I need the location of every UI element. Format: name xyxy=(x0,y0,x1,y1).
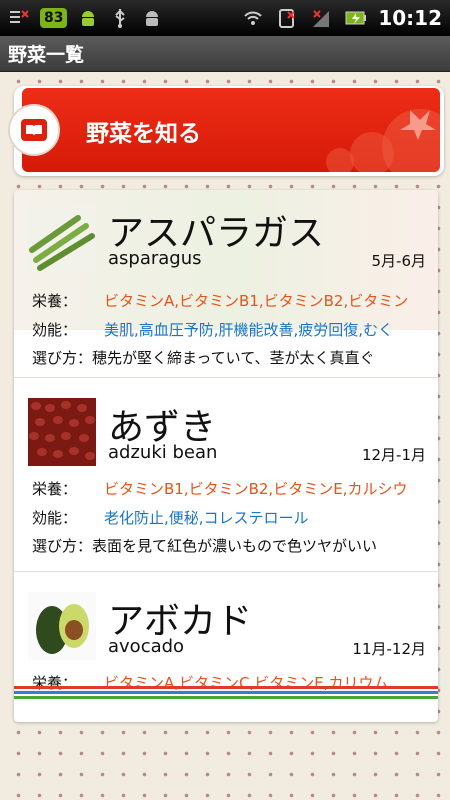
choose-value: 穂先が堅く締まっていて、茎が太く真直ぐ xyxy=(92,349,375,367)
clock-time: 10:12 xyxy=(378,6,442,30)
adzuki-bean-image xyxy=(28,398,96,466)
vegetable-list[interactable]: アスパラガス asparagus 5月-6月 栄養： ビタミンA,ビタミンB1,ビ… xyxy=(14,190,438,722)
page-title: 野菜一覧 xyxy=(8,44,85,66)
season-range: 12月-1月 xyxy=(361,446,426,464)
usb-icon xyxy=(109,7,131,29)
nutrition-label: 栄養： xyxy=(32,292,78,310)
effect-row: 効能： 美肌,高血圧予防,肝機能改善,疲労回復,むく xyxy=(32,319,434,340)
book-icon xyxy=(8,104,60,156)
asparagus-image xyxy=(28,204,96,272)
decorative-stripes xyxy=(14,686,438,712)
avocado-image xyxy=(28,592,96,660)
signal-off-icon xyxy=(310,7,332,29)
season-range: 11月-12月 xyxy=(352,640,426,658)
nutrition-row: 栄養： ビタミンA,ビタミンB1,ビタミンB2,ビタミン xyxy=(32,290,434,311)
effect-value: 老化防止,便秘,コレステロール xyxy=(104,509,309,527)
status-bar: 83 10:12 xyxy=(0,0,450,36)
notification-settings-icon xyxy=(8,7,30,29)
app-title-bar: 野菜一覧 xyxy=(0,36,450,72)
battery-percent-badge: 83 xyxy=(40,8,68,28)
tomato-icon xyxy=(326,109,440,172)
choose-row: 選び方：穂先が堅く締まっていて、茎が太く真直ぐ xyxy=(32,347,434,368)
nutrition-value: ビタミンA,ビタミンB1,ビタミンB2,ビタミン xyxy=(104,292,409,310)
choose-label: 選び方： xyxy=(32,537,93,555)
nutrition-label: 栄養： xyxy=(32,480,78,498)
effect-value: 美肌,高血圧予防,肝機能改善,疲労回復,むく xyxy=(104,321,394,339)
effect-label: 効能： xyxy=(32,509,78,527)
list-item-adzuki[interactable]: あずき adzuki bean 12月-1月 栄養： ビタミンB1,ビタミンB2,… xyxy=(14,384,438,572)
learn-vegetables-button[interactable]: 野菜を知る xyxy=(22,88,440,172)
android-debug-icon xyxy=(141,7,163,29)
choose-row: 選び方：表面を見て紅色が濃いもので色ツヤがいい xyxy=(32,535,434,556)
android-robot-icon xyxy=(77,7,99,29)
season-range: 5月-6月 xyxy=(371,252,427,270)
vegetable-name-en: asparagus xyxy=(108,248,202,269)
list-item-asparagus[interactable]: アスパラガス asparagus 5月-6月 栄養： ビタミンA,ビタミンB1,ビ… xyxy=(14,190,438,378)
effect-row: 効能： 老化防止,便秘,コレステロール xyxy=(32,507,434,528)
no-sim-icon xyxy=(276,7,298,29)
nutrition-value: ビタミンB1,ビタミンB2,ビタミンE,カルシウ xyxy=(104,480,408,498)
banner-label: 野菜を知る xyxy=(86,121,201,147)
learn-vegetables-banner-frame: 野菜を知る xyxy=(8,86,444,176)
wifi-icon xyxy=(242,7,264,29)
choose-value: 表面を見て紅色が濃いもので色ツヤがいい xyxy=(92,537,378,555)
vegetable-name-en: avocado xyxy=(108,636,185,657)
effect-label: 効能： xyxy=(32,321,78,339)
vegetable-name-en: adzuki bean xyxy=(108,442,218,463)
choose-label: 選び方： xyxy=(32,349,93,367)
battery-charging-icon xyxy=(344,7,367,29)
nutrition-row: 栄養： ビタミンB1,ビタミンB2,ビタミンE,カルシウ xyxy=(32,478,434,499)
